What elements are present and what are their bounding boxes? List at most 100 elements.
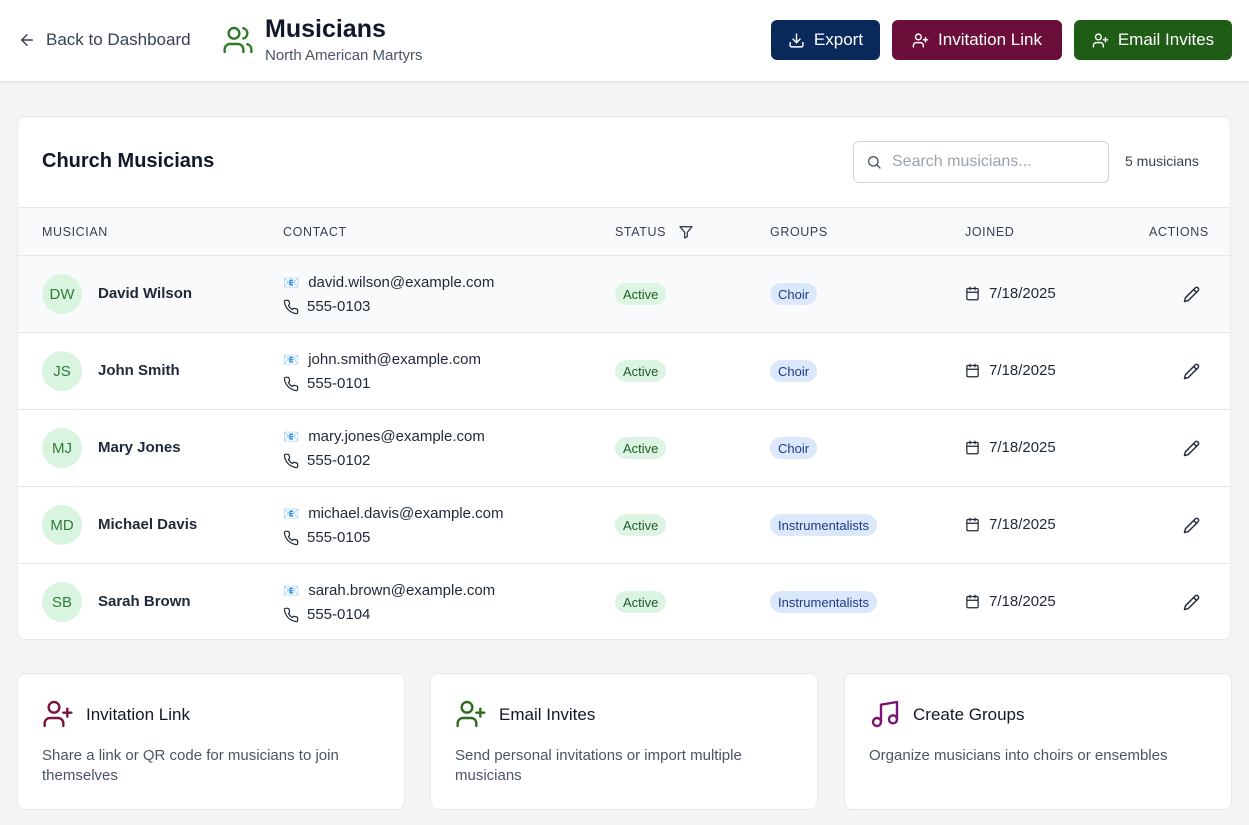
joined-date: 7/18/2025 — [965, 285, 1056, 302]
edit-button[interactable] — [1181, 361, 1201, 381]
contact-phone: 555-0102 — [283, 452, 370, 469]
pencil-icon — [1183, 286, 1199, 302]
feature-card-invitation-link[interactable]: Invitation Link Share a link or QR code … — [17, 673, 405, 810]
joined-text: 7/18/2025 — [989, 593, 1056, 610]
avatar: JS — [42, 351, 82, 391]
feature-title: Email Invites — [499, 705, 596, 724]
email-invites-button[interactable]: Email Invites — [1074, 20, 1232, 60]
feature-card-email-invites[interactable]: Email Invites Send personal invitations … — [430, 673, 818, 810]
edit-button[interactable] — [1181, 438, 1201, 458]
feature-description: Send personal invitations or import mult… — [455, 747, 742, 784]
joined-date: 7/18/2025 — [965, 593, 1056, 610]
contact-email: 📧 sarah.brown@example.com — [283, 582, 495, 599]
email-icon: 📧 — [283, 428, 300, 444]
column-header-contact: Contact — [283, 225, 347, 239]
musician-name: Sarah Brown — [98, 593, 191, 610]
back-label: Back to Dashboard — [46, 30, 191, 49]
column-header-groups: Groups — [770, 225, 828, 239]
pencil-icon — [1183, 594, 1199, 610]
contact-phone: 555-0101 — [283, 375, 370, 392]
feature-card-create-groups[interactable]: Create Groups Organize musicians into ch… — [844, 673, 1232, 810]
status-badge: Active — [615, 437, 667, 459]
feature-description: Organize musicians into choirs or ensemb… — [869, 747, 1168, 764]
users-icon — [223, 26, 253, 54]
avatar: MJ — [42, 428, 82, 468]
card-title: Church Musicians — [42, 150, 215, 172]
contact-email: 📧 john.smith@example.com — [283, 351, 481, 368]
calendar-icon — [966, 363, 979, 378]
group-badge[interactable]: Instrumentalists — [770, 514, 878, 536]
calendar-icon — [966, 517, 979, 532]
phone-text: 555-0102 — [307, 452, 371, 469]
edit-button[interactable] — [1181, 592, 1201, 612]
search-icon — [868, 156, 881, 169]
joined-date: 7/18/2025 — [965, 516, 1056, 533]
group-badge[interactable]: Choir — [770, 283, 818, 305]
status-badge: Active — [615, 591, 667, 613]
email-text: michael.davis@example.com — [308, 505, 504, 522]
feature-title: Invitation Link — [86, 705, 190, 724]
phone-icon — [283, 530, 299, 545]
email-text: david.wilson@example.com — [308, 274, 495, 291]
user-plus-icon — [43, 700, 73, 728]
search-input[interactable] — [892, 153, 1092, 171]
pencil-icon — [1183, 517, 1199, 533]
musician-name: Mary Jones — [98, 439, 181, 456]
page-subtitle: North American Martyrs — [265, 47, 423, 64]
calendar-icon — [966, 286, 979, 301]
group-badge[interactable]: Instrumentalists — [770, 591, 878, 613]
page-title: Musicians — [265, 15, 386, 43]
contact-email: 📧 david.wilson@example.com — [283, 274, 494, 291]
group-badge[interactable]: Choir — [770, 360, 818, 382]
phone-icon — [283, 376, 299, 391]
musician-name: David Wilson — [98, 285, 193, 302]
email-icon: 📧 — [283, 582, 300, 598]
email-text: mary.jones@example.com — [308, 428, 485, 445]
search-box[interactable] — [853, 141, 1109, 183]
calendar-icon — [966, 440, 979, 455]
email-text: sarah.brown@example.com — [308, 582, 496, 599]
musician-count: 5 musicians — [1125, 153, 1199, 169]
email-icon: 📧 — [283, 351, 300, 367]
joined-text: 7/18/2025 — [989, 362, 1056, 379]
filter-icon[interactable] — [678, 224, 694, 240]
group-badge[interactable]: Choir — [770, 437, 818, 459]
status-badge: Active — [615, 514, 667, 536]
status-badge: Active — [615, 360, 667, 382]
export-button[interactable]: Export — [771, 20, 880, 60]
email-icon: 📧 — [283, 505, 300, 521]
edit-button[interactable] — [1181, 515, 1201, 535]
joined-text: 7/18/2025 — [989, 516, 1056, 533]
musicians-card: Church Musicians 5 musicians Musician Co… — [17, 116, 1231, 640]
top-header: Back to Dashboard Musicians North Americ… — [0, 0, 1249, 82]
invitation-link-button[interactable]: Invitation Link — [892, 20, 1062, 60]
column-header-status: Status — [615, 225, 667, 239]
table-header: Musician Contact Status Groups Joined Ac… — [18, 207, 1230, 255]
contact-phone: 555-0104 — [283, 606, 370, 623]
table-row: MJ Mary Jones 📧 mary.jones@example.com 555-0… — [18, 409, 1230, 486]
contact-email: 📧 michael.davis@example.com — [283, 505, 504, 522]
user-plus-icon — [1092, 32, 1109, 48]
musician-name: John Smith — [98, 362, 180, 379]
email-invites-label: Email Invites — [1117, 30, 1215, 49]
calendar-icon — [966, 594, 979, 609]
music-note-icon — [871, 700, 899, 728]
contact-email: 📧 mary.jones@example.com — [283, 428, 485, 445]
musician-name: Michael Davis — [98, 516, 198, 533]
avatar: SB — [42, 582, 82, 622]
email-icon: 📧 — [283, 274, 300, 290]
user-plus-icon — [456, 700, 486, 728]
table-row: MD Michael Davis 📧 michael.davis@example.co… — [18, 486, 1230, 563]
pencil-icon — [1183, 363, 1199, 379]
edit-button[interactable] — [1181, 284, 1201, 304]
column-header-musician: Musician — [42, 225, 108, 239]
contact-phone: 555-0103 — [283, 298, 370, 315]
phone-text: 555-0105 — [307, 529, 371, 546]
table-row: JS John Smith 📧 john.smith@example.com 555-0… — [18, 332, 1230, 409]
joined-text: 7/18/2025 — [989, 285, 1056, 302]
table-row: DW David Wilson 📧 david.wilson@example.com 5… — [18, 255, 1230, 332]
back-to-dashboard-link[interactable]: Back to Dashboard — [18, 28, 191, 52]
column-header-joined: Joined — [965, 225, 1015, 239]
joined-date: 7/18/2025 — [965, 362, 1056, 379]
phone-icon — [283, 453, 299, 468]
